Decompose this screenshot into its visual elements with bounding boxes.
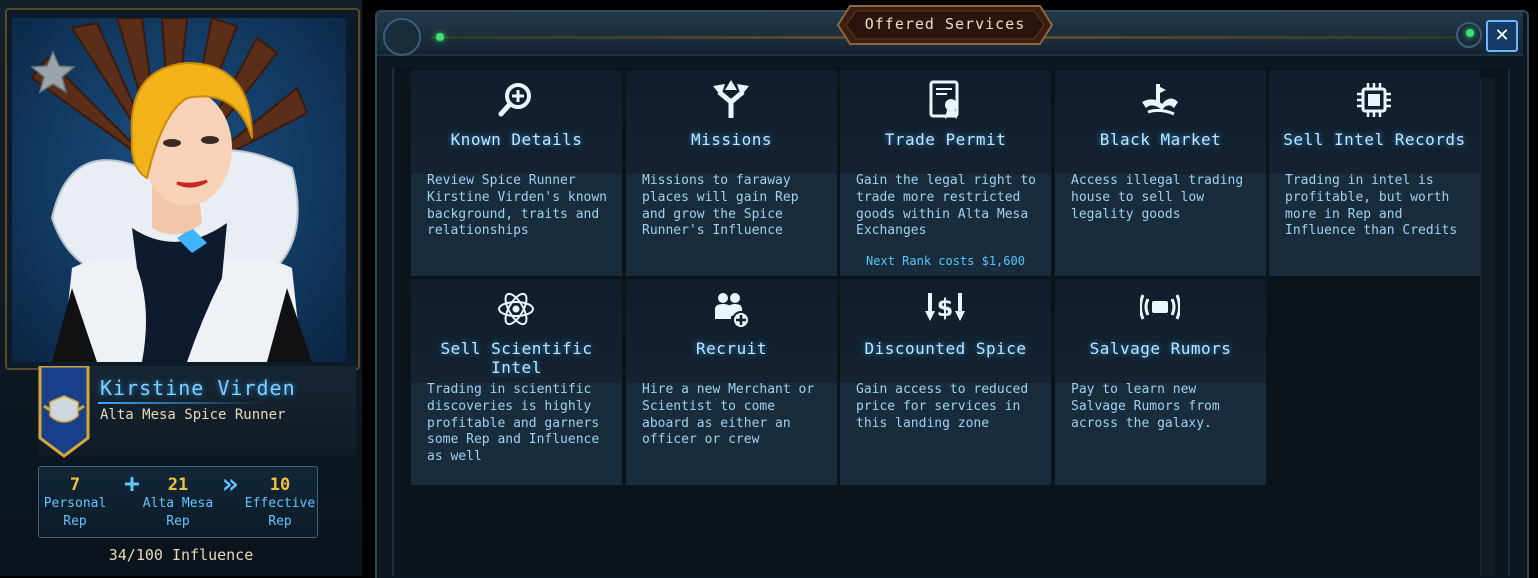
personal-rep-label-2: Rep: [63, 514, 87, 529]
alta-mesa-rep: 21 Alta Mesa Rep: [137, 475, 219, 531]
rank-star-icon: [30, 50, 76, 94]
service-card-discounted-spice[interactable]: $ Discounted Spice Gain access to reduce…: [840, 279, 1051, 485]
service-description: Trading in scientific discoveries is hig…: [427, 382, 600, 465]
service-title: Discounted Spice: [864, 339, 1027, 358]
window-title: Offered Services: [864, 15, 1026, 33]
atom-icon: [498, 292, 534, 326]
service-card-black-market[interactable]: Black Market Access illegal trading hous…: [1055, 70, 1266, 276]
service-card-trade-permit[interactable]: Trade Permit Gain the legal right to tra…: [840, 70, 1051, 276]
status-led-icon: [436, 33, 444, 41]
service-title: Sell Intel Records: [1283, 130, 1466, 149]
service-title: Missions: [690, 130, 773, 149]
effective-rep-label-2: Rep: [268, 514, 292, 529]
dollar-arrows-icon: $: [925, 293, 965, 322]
service-description: Gain access to reduced price for service…: [856, 382, 1029, 431]
svg-text:$: $: [937, 294, 954, 322]
service-title: Sell Scientific Intel: [440, 339, 593, 377]
personal-rep: 7 Personal Rep: [39, 475, 111, 531]
scrollbar-track[interactable]: [1480, 78, 1495, 576]
service-title: Trade Permit: [884, 130, 1007, 149]
service-description: Review Spice Runner Kirstine Virden's kn…: [427, 173, 608, 239]
service-description: Trading in intel is profitable, but wort…: [1285, 173, 1458, 239]
chip-icon: [1357, 83, 1391, 117]
service-title: Salvage Rumors: [1089, 339, 1232, 358]
service-description: Hire a new Merchant or Scientist to come…: [642, 382, 815, 448]
close-button[interactable]: ✕: [1486, 20, 1518, 52]
service-description: Pay to learn new Salvage Rumors from acr…: [1071, 382, 1220, 431]
service-card-missions[interactable]: Missions Missions to faraway places will…: [626, 70, 837, 276]
alta-mesa-rep-label: Alta Mesa: [142, 496, 214, 511]
service-card-known-details[interactable]: Known Details Review Spice Runner Kirsti…: [411, 70, 622, 276]
service-card-sell-intel-records[interactable]: Sell Intel Records Trading in intel is p…: [1269, 70, 1480, 276]
gear-icon: [383, 18, 421, 56]
service-description: Missions to faraway places will gain Rep…: [642, 173, 799, 239]
service-description: Gain the legal right to trade more restr…: [856, 173, 1037, 239]
service-cost: Next Rank costs $1,600: [866, 254, 1025, 268]
split-arrows-icon: [713, 80, 749, 118]
service-card-sell-scientific-intel[interactable]: Sell Scientific Intel Trading in scienti…: [411, 279, 622, 485]
status-led-icon: [1466, 29, 1474, 37]
service-title: Known Details: [450, 130, 583, 149]
signal-wave-icon: [1140, 294, 1180, 320]
effective-rep-value: 10: [269, 475, 291, 495]
service-card-salvage-rumors[interactable]: Salvage Rumors Pay to learn new Salvage …: [1055, 279, 1266, 485]
alta-mesa-rep-value: 21: [167, 475, 189, 495]
influence-text: 34/100 Influence: [108, 546, 254, 564]
faction-banner-icon: [38, 366, 90, 458]
character-title: Alta Mesa Spice Runner: [100, 407, 286, 423]
magnify-plus-icon: [498, 83, 531, 117]
service-title: Recruit: [696, 339, 767, 358]
certificate-icon: [929, 80, 959, 119]
service-title: Black Market: [1099, 130, 1222, 149]
alta-mesa-rep-label-2: Rep: [166, 514, 190, 529]
personal-rep-label: Personal: [43, 496, 107, 511]
character-name: Kirstine Virden: [100, 376, 296, 400]
service-description: Access illegal trading house to sell low…: [1071, 173, 1244, 222]
name-underline: [98, 402, 268, 404]
recruit-group-icon: [715, 293, 750, 329]
personal-rep-value: 7: [69, 475, 81, 495]
black-market-icon: [1142, 84, 1178, 116]
effective-rep: 10 Effective Rep: [243, 475, 317, 531]
effective-rep-label: Effective: [244, 496, 316, 511]
arrow-right-icon: »: [221, 467, 239, 500]
service-card-recruit[interactable]: Recruit Hire a new Merchant or Scientist…: [626, 279, 837, 485]
reputation-box: 7 Personal Rep + 21 Alta Mesa Rep » 10 E…: [38, 466, 318, 538]
